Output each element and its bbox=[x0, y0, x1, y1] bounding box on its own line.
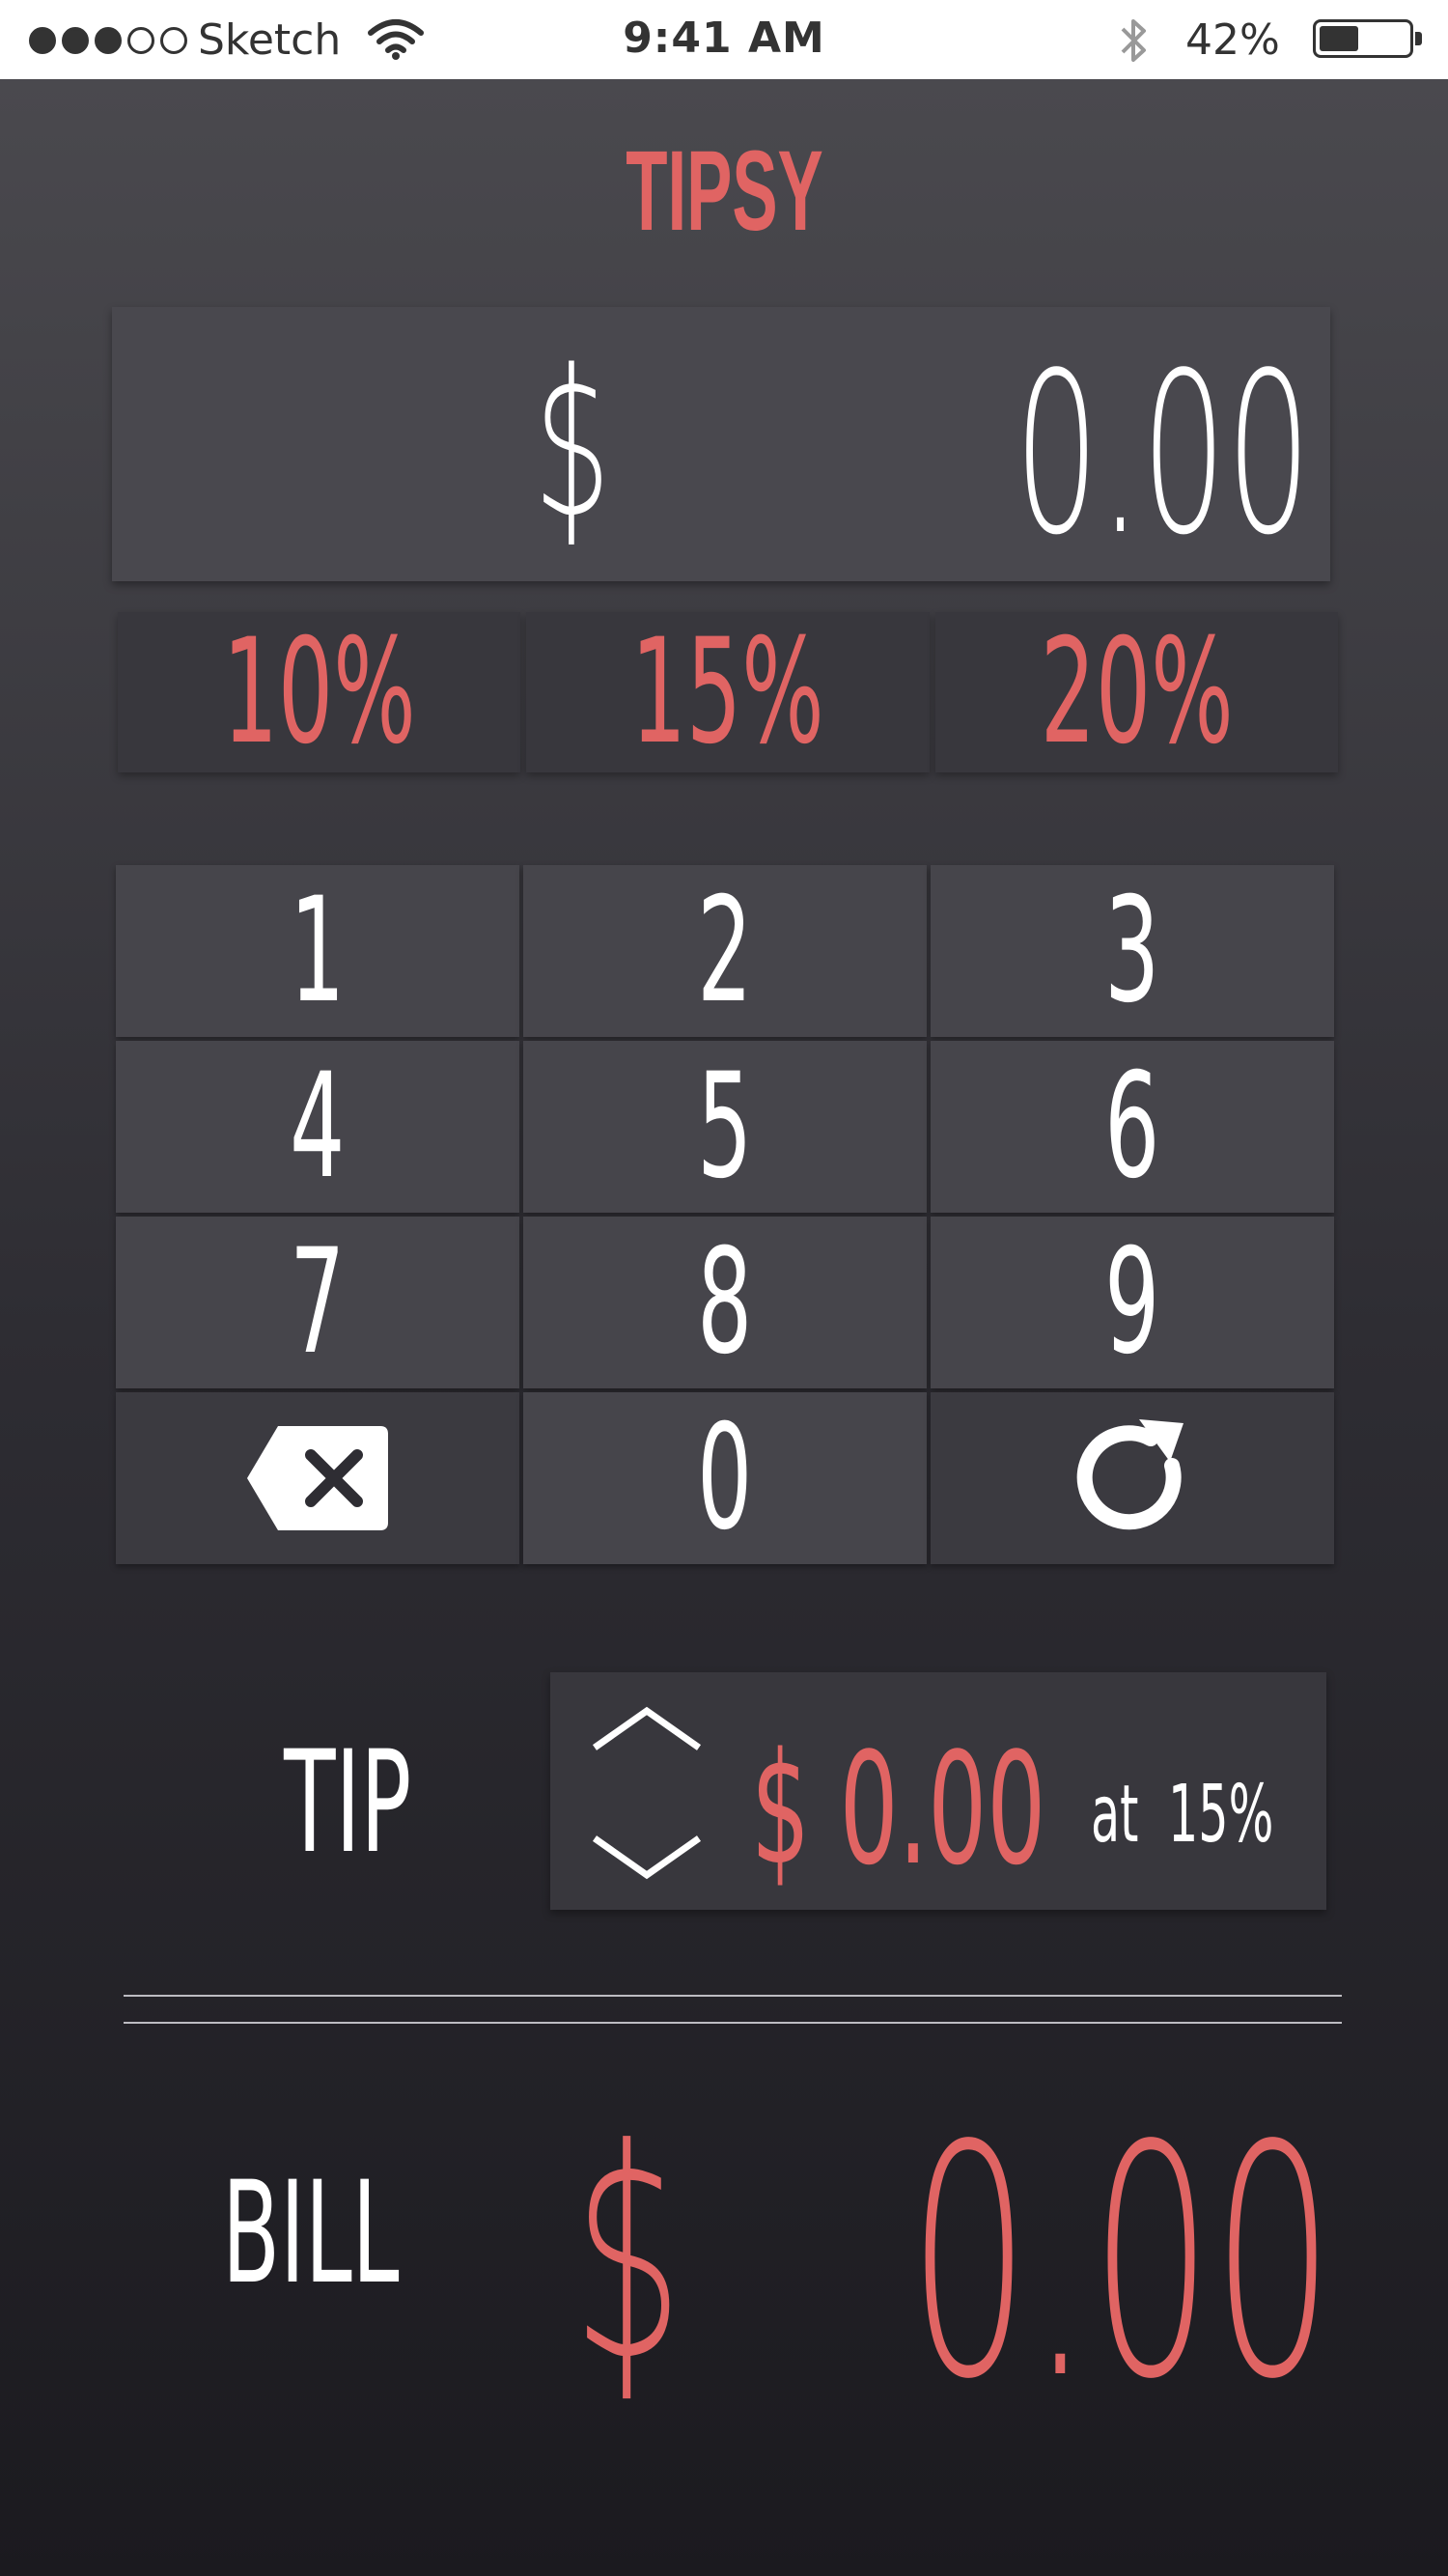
key-1[interactable]: 1 bbox=[116, 865, 519, 1037]
bluetooth-icon bbox=[1115, 14, 1154, 78]
display-currency-symbol: $ bbox=[533, 326, 611, 563]
battery-icon bbox=[1313, 19, 1422, 58]
key-0[interactable]: 0 bbox=[523, 1392, 927, 1564]
tip-percent-selector: 10% 15% 20% bbox=[118, 608, 1338, 776]
number-keypad: 1 2 3 4 5 6 7 8 9 0 bbox=[116, 865, 1334, 1564]
divider bbox=[124, 2022, 1342, 2024]
divider bbox=[124, 1995, 1342, 1997]
tip-calculator-app: TIPSY $ 0.00 10% 15% 20% 1 2 3 4 5 6 7 8… bbox=[0, 79, 1448, 2576]
bill-label: BILL bbox=[222, 2151, 400, 2315]
tip-display: $ 0.00 at 15% bbox=[550, 1672, 1326, 1910]
tip-10-button[interactable]: 10% bbox=[118, 608, 521, 776]
display-amount: 0.00 bbox=[1014, 326, 1311, 584]
backspace-button[interactable] bbox=[116, 1392, 519, 1564]
amount-display: $ 0.00 bbox=[112, 307, 1330, 584]
key-5[interactable]: 5 bbox=[523, 1041, 927, 1213]
status-bar: Sketch 9:41 AM 42% bbox=[0, 0, 1448, 79]
key-3[interactable]: 3 bbox=[931, 865, 1334, 1037]
tip-decrease-button[interactable] bbox=[589, 1829, 705, 1887]
backspace-icon bbox=[247, 1426, 388, 1530]
chevron-down-icon bbox=[592, 1835, 702, 1880]
refresh-icon bbox=[1076, 1419, 1183, 1530]
app-title: TIPSY bbox=[625, 127, 823, 255]
tip-label: TIP bbox=[284, 1721, 412, 1885]
key-4[interactable]: 4 bbox=[116, 1041, 519, 1213]
tip-15-button[interactable]: 15% bbox=[526, 608, 930, 776]
key-6[interactable]: 6 bbox=[931, 1041, 1334, 1213]
tip-20-button[interactable]: 20% bbox=[934, 608, 1338, 776]
key-9[interactable]: 9 bbox=[931, 1217, 1334, 1388]
key-2[interactable]: 2 bbox=[523, 865, 927, 1037]
tip-at-label: at bbox=[1091, 1769, 1139, 1861]
key-7[interactable]: 7 bbox=[116, 1217, 519, 1388]
tip-amount: $ 0.00 bbox=[751, 1719, 1046, 1899]
tip-rate: 15% bbox=[1168, 1769, 1274, 1861]
chevron-up-icon bbox=[592, 1706, 702, 1750]
battery-percent: 42% bbox=[1185, 15, 1280, 65]
bill-total-amount: 0.00 bbox=[908, 2078, 1334, 2449]
tip-increase-button[interactable] bbox=[589, 1699, 705, 1757]
key-8[interactable]: 8 bbox=[523, 1217, 927, 1388]
reset-button[interactable] bbox=[931, 1392, 1334, 1564]
